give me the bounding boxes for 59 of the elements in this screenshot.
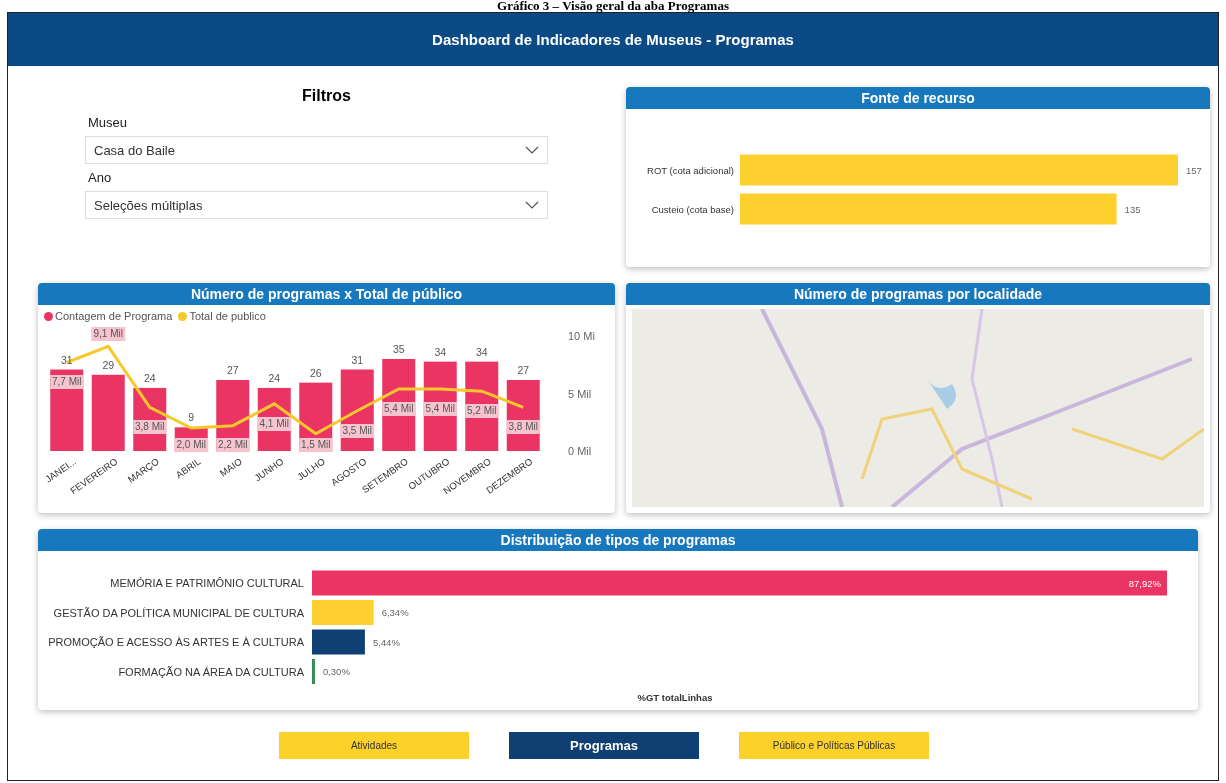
axis-label: GESTÃO DA POLÍTICA MUNICIPAL DE CULTURA xyxy=(53,606,304,619)
field-label: Museu xyxy=(88,115,129,130)
axis-title: %GT totalLinhas xyxy=(637,692,713,703)
data-label: 29 xyxy=(102,358,115,371)
data-label: 35 xyxy=(392,343,405,355)
data-label: 87,92% xyxy=(1128,577,1161,589)
data-label: 3,8 Mil xyxy=(133,420,167,435)
data-label: 27 xyxy=(517,364,530,377)
data-label: 135 xyxy=(1124,203,1141,215)
axis-label: Custeio (cota base) xyxy=(651,204,734,215)
data-label: 34 xyxy=(475,345,488,358)
figure-caption: Gráfico 3 – Visão geral da aba Programas xyxy=(496,0,730,12)
axis-tick-label: 5 Mil xyxy=(568,387,592,400)
data-label: 27 xyxy=(226,364,239,377)
page-tab[interactable]: Público e Políticas Públicas xyxy=(739,732,929,759)
data-label: 5,2 Mil xyxy=(465,404,499,419)
chevron-down-icon xyxy=(525,146,539,154)
data-label: 6,34% xyxy=(381,607,409,618)
dropdown-field[interactable]: Seleções múltiplas xyxy=(85,191,548,219)
axis-label: MEMÓRIA E PATRIMÔNIO CULTURAL xyxy=(110,577,304,589)
page-tab[interactable]: Programas xyxy=(509,732,699,759)
filters-title: Filtros xyxy=(301,87,352,105)
bar xyxy=(312,600,374,625)
legend-dot xyxy=(44,311,53,321)
axis-label: FORMAÇÃO NA ÁREA DA CULTURA xyxy=(118,665,304,678)
data-label: 24 xyxy=(268,371,281,384)
axis-label: PROMOÇÃO E ACESSO ÀS ARTES E À CULTURA xyxy=(48,636,304,648)
axis-tick-label: 10 Mi xyxy=(568,330,595,342)
card-title: Número de programas por localidade xyxy=(626,283,1210,305)
data-label: 7,7 Mil xyxy=(50,375,84,390)
data-label: 26 xyxy=(309,366,322,379)
data-label: 1,5 Mil xyxy=(299,438,333,452)
data-label: 0,30% xyxy=(322,666,350,677)
data-label: 2,0 Mil xyxy=(174,438,208,452)
data-label: 2,2 Mil xyxy=(216,438,250,452)
data-label: 31 xyxy=(60,353,73,366)
data-label: 9,1 Mil xyxy=(91,327,125,342)
dashboard-header: Dashboard de Indicadores de Museus - Programas xyxy=(8,13,1218,66)
data-label: 9 xyxy=(188,411,195,424)
chevron-down-icon xyxy=(525,201,539,209)
dropdown-field[interactable]: Casa do Baile xyxy=(85,136,548,164)
data-label: 34 xyxy=(434,345,447,358)
data-label: 24 xyxy=(143,371,156,384)
card-title: Distribuição de tipos de programas xyxy=(38,529,1198,551)
bar xyxy=(312,629,365,655)
card-title: Número de programas x Total de público xyxy=(38,283,615,305)
data-label: 3,8 Mil xyxy=(506,420,540,435)
page-tab[interactable]: Atividades xyxy=(279,732,469,759)
data-label: 5,44% xyxy=(372,636,400,648)
legend-label: Contagem de Programa xyxy=(55,310,173,322)
legend-label: Total de publico xyxy=(189,310,266,322)
card-title: Fonte de recurso xyxy=(626,87,1210,109)
data-label: 157 xyxy=(1186,164,1202,176)
axis-label: ROT (cota adicional) xyxy=(647,165,734,176)
legend-dot xyxy=(178,311,188,321)
data-label: 31 xyxy=(351,353,364,366)
bar xyxy=(312,659,315,684)
axis-tick-label: 0 Mil xyxy=(568,445,592,457)
field-label: Ano xyxy=(88,170,113,185)
